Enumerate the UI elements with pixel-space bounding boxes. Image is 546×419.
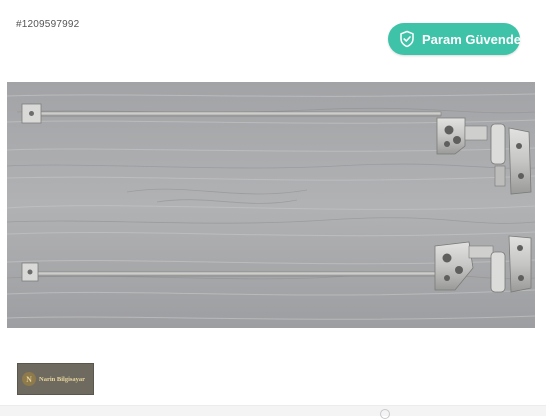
seller-name: Narin Bilgisayar — [39, 375, 86, 383]
bottom-info-strip — [0, 405, 546, 419]
seller-logo[interactable]: N Narin Bilgisayar — [17, 363, 94, 395]
seller-logo-mark: N — [22, 372, 36, 386]
listing-id: #1209597992 — [16, 19, 80, 30]
param-guvende-badge[interactable]: Param Güvende — [388, 23, 521, 55]
shield-check-icon — [398, 30, 416, 48]
product-image[interactable] — [7, 82, 535, 328]
badge-label: Param Güvende — [422, 31, 521, 47]
info-icon — [380, 409, 390, 419]
